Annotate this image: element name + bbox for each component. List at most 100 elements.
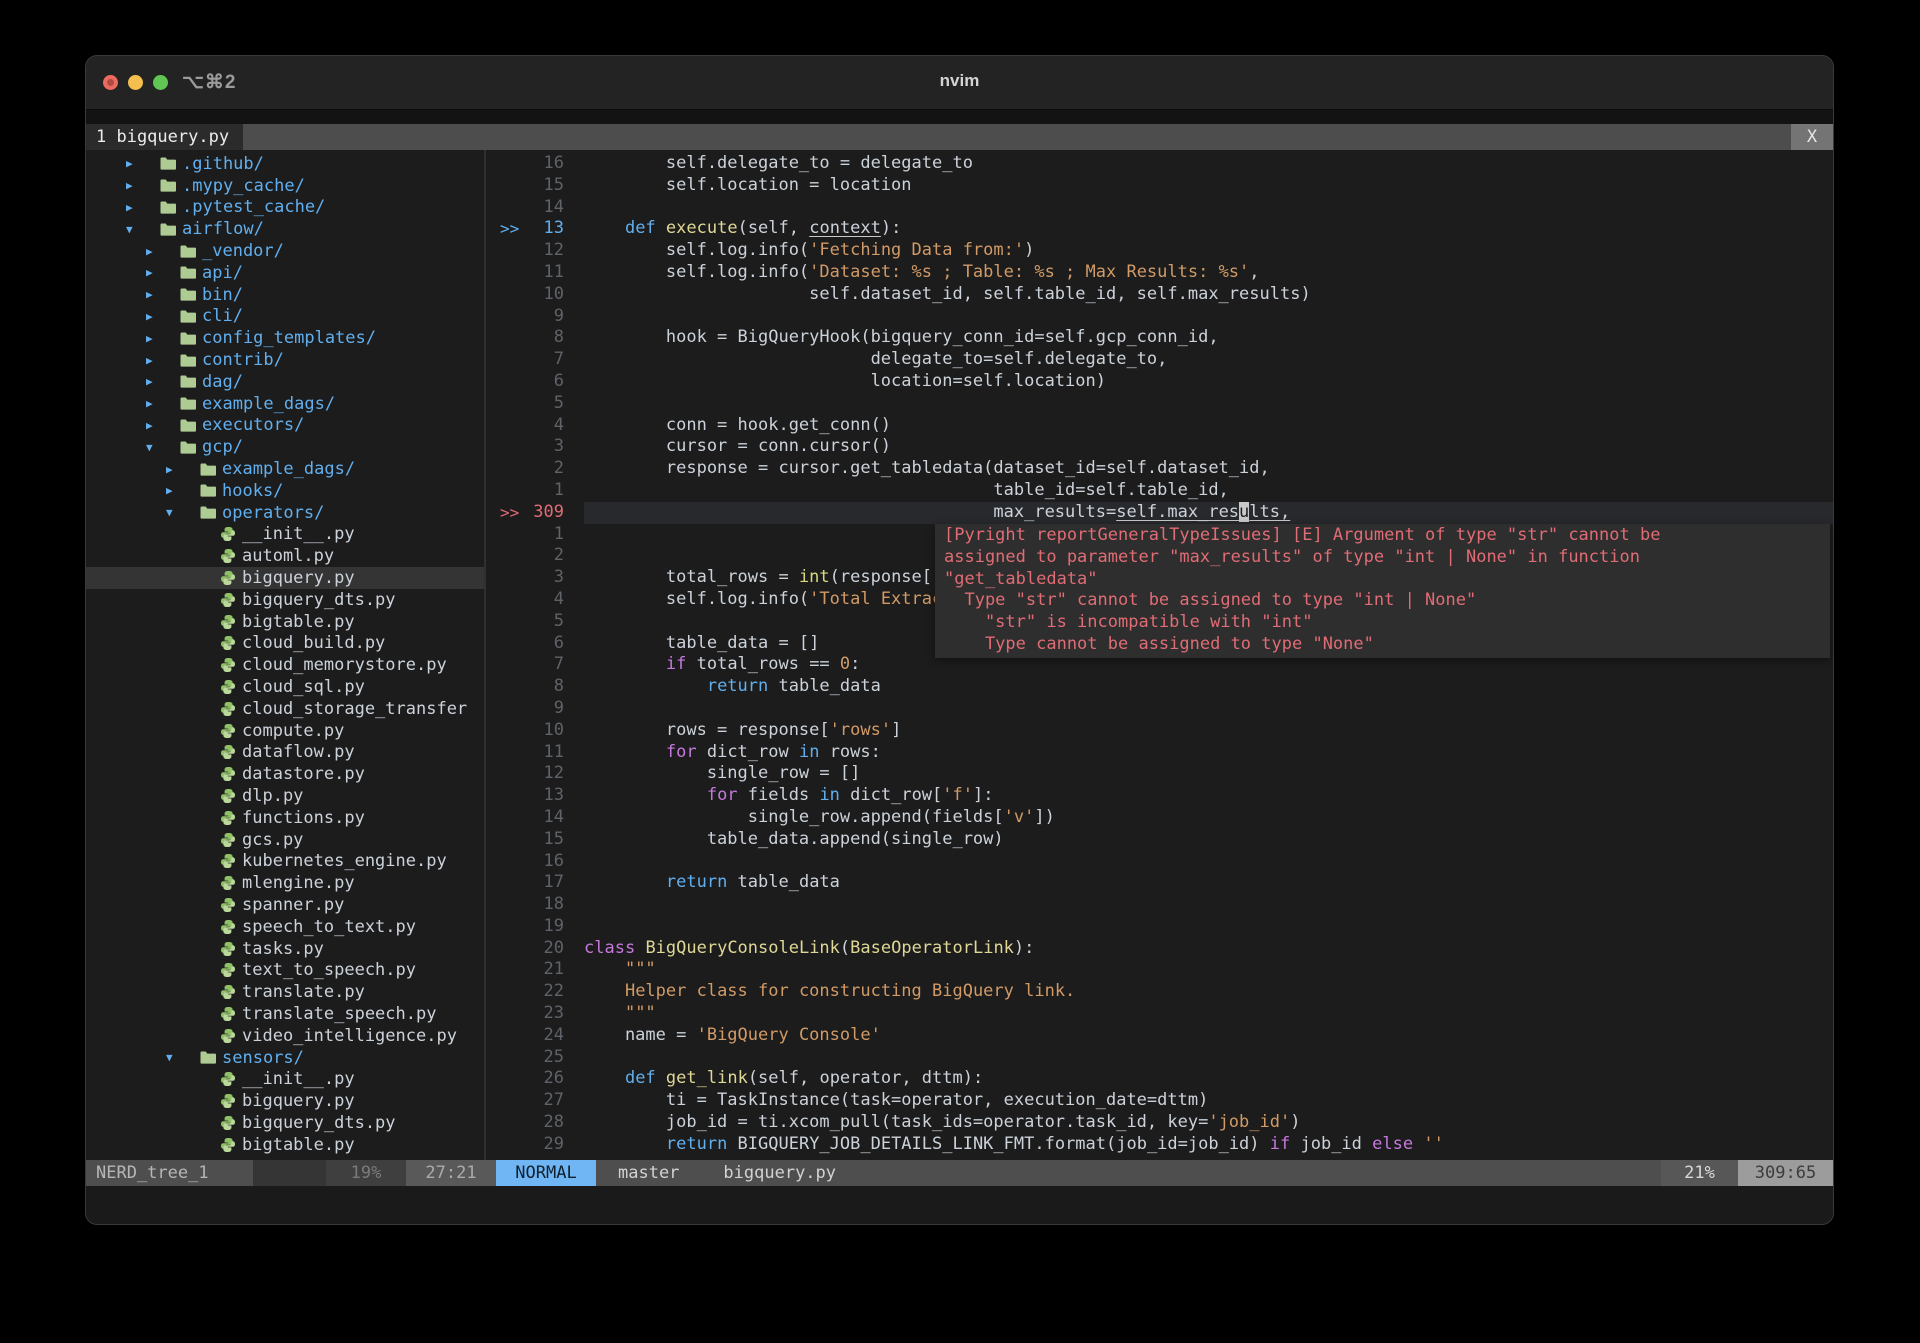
tree-item[interactable]: cloud_build.py (86, 633, 484, 655)
tree-item[interactable]: bigtable.py (86, 1134, 484, 1156)
tab-bigquery[interactable]: 1 bigquery.py (86, 124, 243, 150)
tree-item[interactable]: ▶api/ (86, 262, 484, 284)
tree-item[interactable]: mlengine.py (86, 872, 484, 894)
tree-item[interactable]: ▶.github/ (86, 153, 484, 175)
tree-item[interactable]: ▶_vendor/ (86, 240, 484, 262)
code-line[interactable]: 14 (486, 197, 1833, 219)
code-line[interactable]: 11 self.log.info('Dataset: %s ; Table: %… (486, 262, 1833, 284)
chevron-down-icon[interactable]: ▼ (146, 441, 180, 454)
tree-item[interactable]: ▶example_dags/ (86, 458, 484, 480)
code-line[interactable]: 21 """ (486, 959, 1833, 981)
code-line[interactable]: 8 hook = BigQueryHook(bigquery_conn_id=s… (486, 327, 1833, 349)
tree-item[interactable]: functions.py (86, 807, 484, 829)
chevron-down-icon[interactable]: ▼ (166, 1051, 200, 1064)
code-line[interactable]: 16 self.delegate_to = delegate_to (486, 153, 1833, 175)
tree-item[interactable]: dlp.py (86, 785, 484, 807)
code-line[interactable]: 1 table_id=self.table_id, (486, 480, 1833, 502)
code-line[interactable]: >>13 def execute(self, context): (486, 218, 1833, 240)
code-line[interactable]: 16 (486, 851, 1833, 873)
code-line[interactable]: 26 def get_link(self, operator, dttm): (486, 1068, 1833, 1090)
tree-item[interactable]: cloud_storage_transfer (86, 698, 484, 720)
chevron-right-icon[interactable]: ▶ (146, 419, 180, 432)
code-line[interactable]: 10 rows = response['rows'] (486, 720, 1833, 742)
code-line[interactable]: 20class BigQueryConsoleLink(BaseOperator… (486, 938, 1833, 960)
code-line[interactable]: 15 self.location = location (486, 175, 1833, 197)
tree-item[interactable]: tasks.py (86, 938, 484, 960)
code-line[interactable]: >>309 max_results=self.max_results, (486, 502, 1833, 524)
tree-item[interactable]: bigquery.py (86, 1090, 484, 1112)
tree-item[interactable]: ▼operators/ (86, 502, 484, 524)
tree-item[interactable]: compute.py (86, 720, 484, 742)
tree-item[interactable]: cloud_memorystore.py (86, 654, 484, 676)
tree-item[interactable]: automl.py (86, 545, 484, 567)
tree-item[interactable]: ▶executors/ (86, 415, 484, 437)
tree-item[interactable]: cloud_sql.py (86, 676, 484, 698)
chevron-right-icon[interactable]: ▶ (126, 179, 160, 192)
tree-item[interactable]: ▶config_templates/ (86, 327, 484, 349)
chevron-right-icon[interactable]: ▶ (146, 375, 180, 388)
tree-item[interactable]: __init__.py (86, 1068, 484, 1090)
chevron-right-icon[interactable]: ▶ (146, 354, 180, 367)
tree-item[interactable]: ▶hooks/ (86, 480, 484, 502)
code-line[interactable]: 23 """ (486, 1003, 1833, 1025)
chevron-right-icon[interactable]: ▶ (166, 484, 200, 497)
code-line[interactable]: 22 Helper class for constructing BigQuer… (486, 981, 1833, 1003)
code-line[interactable]: 12 self.log.info('Fetching Data from:') (486, 240, 1833, 262)
code-line[interactable]: 7 delegate_to=self.delegate_to, (486, 349, 1833, 371)
code-line[interactable]: 3 cursor = conn.cursor() (486, 436, 1833, 458)
tab-close-button[interactable]: X (1791, 124, 1833, 150)
tree-item[interactable]: translate.py (86, 981, 484, 1003)
code-line[interactable]: 24 name = 'BigQuery Console' (486, 1025, 1833, 1047)
tree-item[interactable]: speech_to_text.py (86, 916, 484, 938)
code-line[interactable]: 29 return BIGQUERY_JOB_DETAILS_LINK_FMT.… (486, 1134, 1833, 1156)
code-line[interactable]: 25 (486, 1047, 1833, 1069)
tree-item[interactable]: ▼sensors/ (86, 1047, 484, 1069)
tree-item[interactable]: ▼airflow/ (86, 218, 484, 240)
tree-item[interactable]: gcs.py (86, 829, 484, 851)
tree-item[interactable]: ▶.pytest_cache/ (86, 197, 484, 219)
code-line[interactable]: 10 self.dataset_id, self.table_id, self.… (486, 284, 1833, 306)
code-line[interactable]: 12 single_row = [] (486, 763, 1833, 785)
chevron-right-icon[interactable]: ▶ (146, 245, 180, 258)
code-line[interactable]: 18 (486, 894, 1833, 916)
code-line[interactable]: 27 ti = TaskInstance(task=operator, exec… (486, 1090, 1833, 1112)
tree-item[interactable]: __init__.py (86, 524, 484, 546)
chevron-right-icon[interactable]: ▶ (146, 310, 180, 323)
code-line[interactable]: 6 location=self.location) (486, 371, 1833, 393)
chevron-down-icon[interactable]: ▼ (126, 223, 160, 236)
tree-item[interactable]: bigquery_dts.py (86, 589, 484, 611)
tree-item[interactable]: video_intelligence.py (86, 1025, 484, 1047)
tree-item[interactable]: ▶contrib/ (86, 349, 484, 371)
tree-item[interactable]: translate_speech.py (86, 1003, 484, 1025)
code-line[interactable]: 11 for dict_row in rows: (486, 742, 1833, 764)
chevron-right-icon[interactable]: ▶ (126, 201, 160, 214)
tree-item[interactable]: dataflow.py (86, 742, 484, 764)
tree-item[interactable]: ▶example_dags/ (86, 393, 484, 415)
tree-item[interactable]: ▶cli/ (86, 306, 484, 328)
tree-item[interactable]: spanner.py (86, 894, 484, 916)
tree-item[interactable]: bigquery.py (86, 567, 484, 589)
tree-item[interactable]: ▶dag/ (86, 371, 484, 393)
code-line[interactable]: 9 (486, 306, 1833, 328)
tree-item[interactable]: ▶bin/ (86, 284, 484, 306)
tree-item[interactable]: ▶.mypy_cache/ (86, 175, 484, 197)
code-line[interactable]: 13 for fields in dict_row['f']: (486, 785, 1833, 807)
code-line[interactable]: 19 (486, 916, 1833, 938)
chevron-right-icon[interactable]: ▶ (166, 463, 200, 476)
code-line[interactable]: 2 response = cursor.get_tabledata(datase… (486, 458, 1833, 480)
code-line[interactable]: 28 job_id = ti.xcom_pull(task_ids=operat… (486, 1112, 1833, 1134)
tree-item[interactable]: datastore.py (86, 763, 484, 785)
chevron-right-icon[interactable]: ▶ (146, 288, 180, 301)
code-line[interactable]: 4 conn = hook.get_conn() (486, 415, 1833, 437)
chevron-right-icon[interactable]: ▶ (126, 157, 160, 170)
code-line[interactable]: 9 (486, 698, 1833, 720)
chevron-down-icon[interactable]: ▼ (166, 506, 200, 519)
code-line[interactable]: 15 table_data.append(single_row) (486, 829, 1833, 851)
tree-item[interactable]: ▼gcp/ (86, 436, 484, 458)
chevron-right-icon[interactable]: ▶ (146, 332, 180, 345)
tree-item[interactable]: kubernetes_engine.py (86, 851, 484, 873)
chevron-right-icon[interactable]: ▶ (146, 397, 180, 410)
code-buffer[interactable]: 16 self.delegate_to = delegate_to15 self… (486, 150, 1833, 1160)
tree-item[interactable]: text_to_speech.py (86, 959, 484, 981)
tree-item[interactable]: bigtable.py (86, 611, 484, 633)
